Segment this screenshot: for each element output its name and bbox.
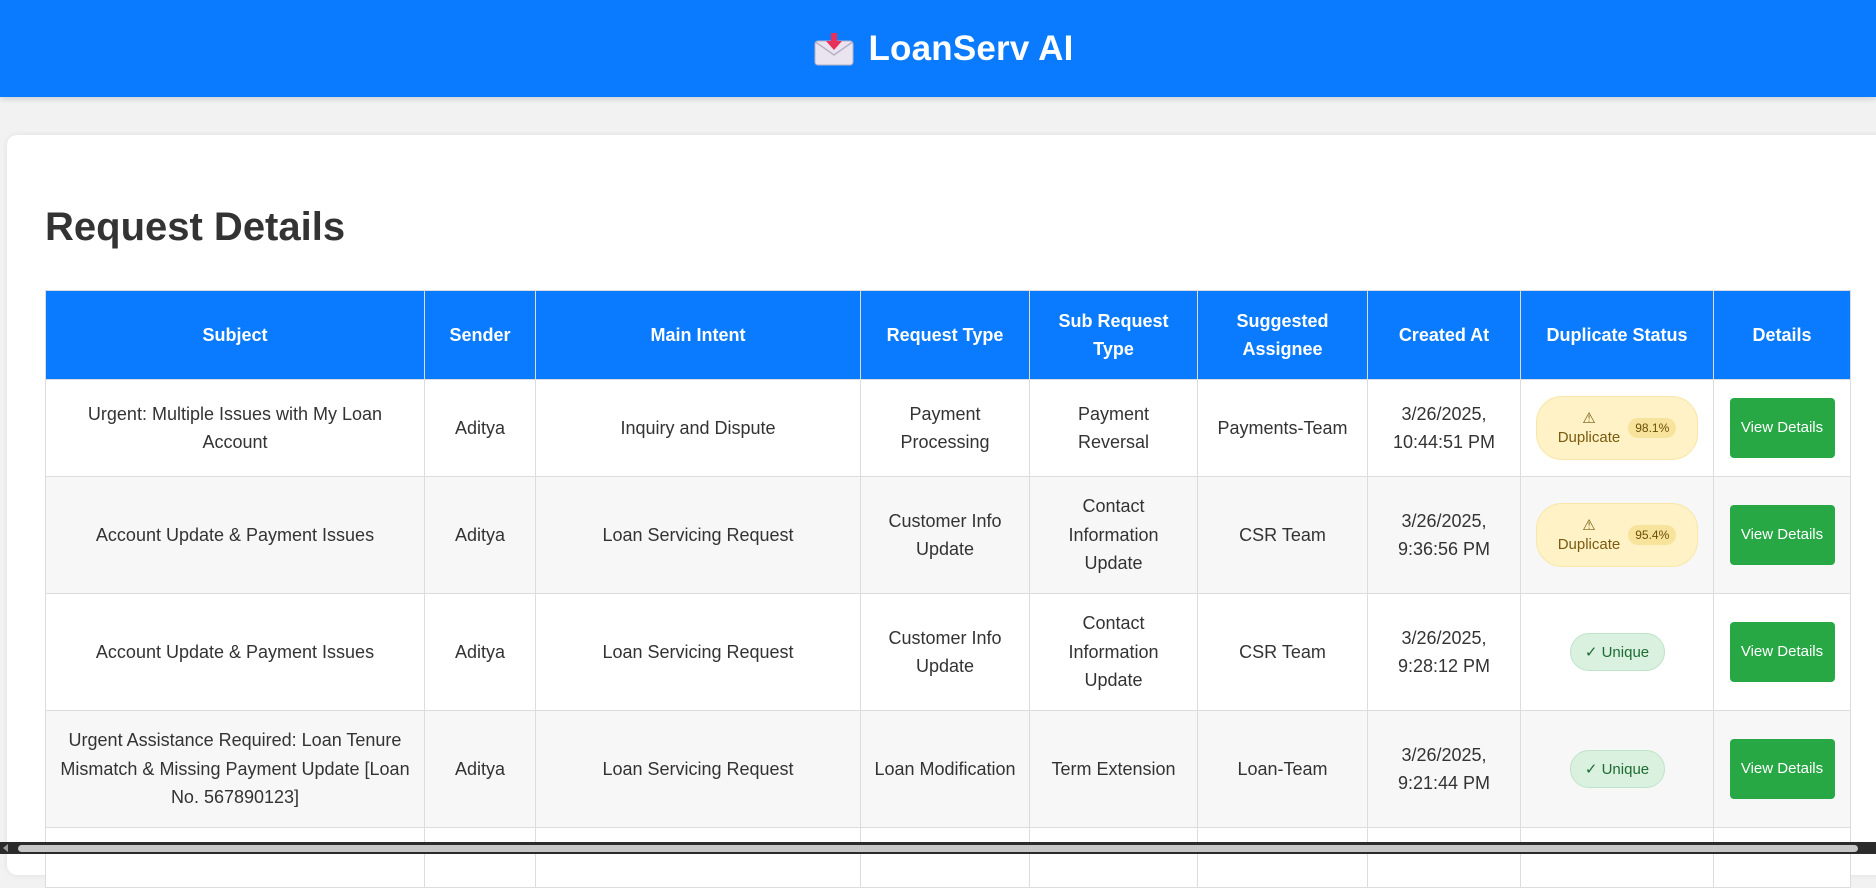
cell-assignee: CSR Team — [1197, 476, 1368, 594]
column-header-sender: Sender — [424, 290, 536, 380]
table-row: Account Update & Payment Issues Aditya L… — [45, 593, 1851, 711]
similarity-score: 95.4% — [1628, 525, 1677, 545]
cell-duplicate-status: ✓ Unique — [1520, 710, 1714, 828]
cell-request-type: Customer Info Update — [860, 476, 1030, 594]
view-details-button[interactable]: View Details — [1729, 505, 1835, 565]
cell-subject: Account Update & Payment Issues — [45, 476, 425, 594]
column-header-request-type: Request Type — [860, 290, 1030, 380]
cell-sub-request-type: Payment Reversal — [1029, 379, 1198, 477]
cell-sub-request-type: Term Extension — [1029, 710, 1198, 828]
brand: LoanServ AI — [814, 29, 1073, 69]
scroll-left-arrow-icon[interactable] — [3, 844, 8, 852]
cell-main-intent: Loan Servicing Request — [535, 476, 861, 594]
cell-subject: Urgent: Multiple Issues with My Loan Acc… — [45, 379, 425, 477]
cell-duplicate-status: ⚠ Duplicate 98.1% — [1520, 379, 1714, 477]
incoming-envelope-icon — [814, 32, 854, 65]
view-details-button[interactable]: View Details — [1729, 398, 1835, 458]
cell-request-type: Loan Modification — [860, 710, 1030, 828]
cell-assignee: Loan-Team — [1197, 710, 1368, 828]
cell-assignee: Payments-Team — [1197, 379, 1368, 477]
scrollbar-thumb[interactable] — [18, 845, 1858, 852]
column-header-created-at: Created At — [1367, 290, 1521, 380]
requests-table: Subject Sender Main Intent Request Type … — [45, 290, 1851, 888]
cell-created-at: 3/26/2025, 9:28:12 PM — [1367, 593, 1521, 711]
cell-sender: Aditya — [424, 379, 536, 477]
column-header-suggested-assignee: Suggested Assignee — [1197, 290, 1368, 380]
cell-subject: Account Update & Payment Issues — [45, 593, 425, 711]
duplicate-text: ⚠ Duplicate — [1558, 516, 1621, 554]
app-header: LoanServ AI — [0, 0, 1876, 97]
duplicate-label: Duplicate — [1557, 429, 1621, 446]
cell-created-at: 3/26/2025, 9:21:44 PM — [1367, 710, 1521, 828]
cell-details: View Details — [1713, 593, 1851, 711]
table-row: Urgent Assistance Required: Loan Tenure … — [45, 710, 1851, 828]
cell-main-intent: Loan Servicing Request — [535, 710, 861, 828]
cell-request-type: Payment Processing — [860, 379, 1030, 477]
column-header-duplicate-status: Duplicate Status — [1520, 290, 1714, 380]
cell-main-intent: Loan Servicing Request — [535, 593, 861, 711]
horizontal-scrollbar[interactable] — [0, 842, 1876, 854]
table-header-row: Subject Sender Main Intent Request Type … — [45, 290, 1851, 380]
duplicate-label: Duplicate — [1557, 536, 1621, 553]
table-row: Account Update & Payment Issues Aditya L… — [45, 476, 1851, 594]
similarity-score: 98.1% — [1628, 418, 1677, 438]
table-row — [45, 827, 1851, 888]
app-title: LoanServ AI — [868, 28, 1074, 68]
cell-main-intent: Inquiry and Dispute — [535, 379, 861, 477]
column-header-details: Details — [1713, 290, 1851, 380]
cell-sender: Aditya — [424, 476, 536, 594]
view-details-button[interactable]: View Details — [1729, 739, 1835, 799]
page-title: Request Details — [45, 205, 346, 249]
cell-duplicate-status: ✓ Unique — [1520, 593, 1714, 711]
unique-badge: ✓ Unique — [1569, 633, 1665, 671]
cell-sub-request-type: Contact Information Update — [1029, 593, 1198, 711]
column-header-sub-request-type: Sub Request Type — [1029, 290, 1198, 380]
duplicate-badge: ⚠ Duplicate 95.4% — [1536, 503, 1698, 567]
duplicate-badge: ⚠ Duplicate 98.1% — [1536, 396, 1698, 460]
table-row: Urgent: Multiple Issues with My Loan Acc… — [45, 379, 1851, 477]
view-details-button[interactable]: View Details — [1729, 622, 1835, 682]
column-header-subject: Subject — [45, 290, 425, 380]
column-header-main-intent: Main Intent — [535, 290, 861, 380]
warning-icon: ⚠ — [1582, 410, 1596, 427]
cell-request-type: Customer Info Update — [860, 593, 1030, 711]
cell-details: View Details — [1713, 710, 1851, 828]
warning-icon: ⚠ — [1582, 517, 1596, 534]
cell-created-at: 3/26/2025, 10:44:51 PM — [1367, 379, 1521, 477]
cell-sender: Aditya — [424, 593, 536, 711]
cell-assignee: CSR Team — [1197, 593, 1368, 711]
cell-duplicate-status: ⚠ Duplicate 95.4% — [1520, 476, 1714, 594]
duplicate-text: ⚠ Duplicate — [1558, 409, 1621, 447]
cell-subject: Urgent Assistance Required: Loan Tenure … — [45, 710, 425, 828]
cell-created-at: 3/26/2025, 9:36:56 PM — [1367, 476, 1521, 594]
cell-details: View Details — [1713, 379, 1851, 477]
cell-details: View Details — [1713, 476, 1851, 594]
cell-sender: Aditya — [424, 710, 536, 828]
cell-sub-request-type: Contact Information Update — [1029, 476, 1198, 594]
unique-badge: ✓ Unique — [1569, 750, 1665, 788]
